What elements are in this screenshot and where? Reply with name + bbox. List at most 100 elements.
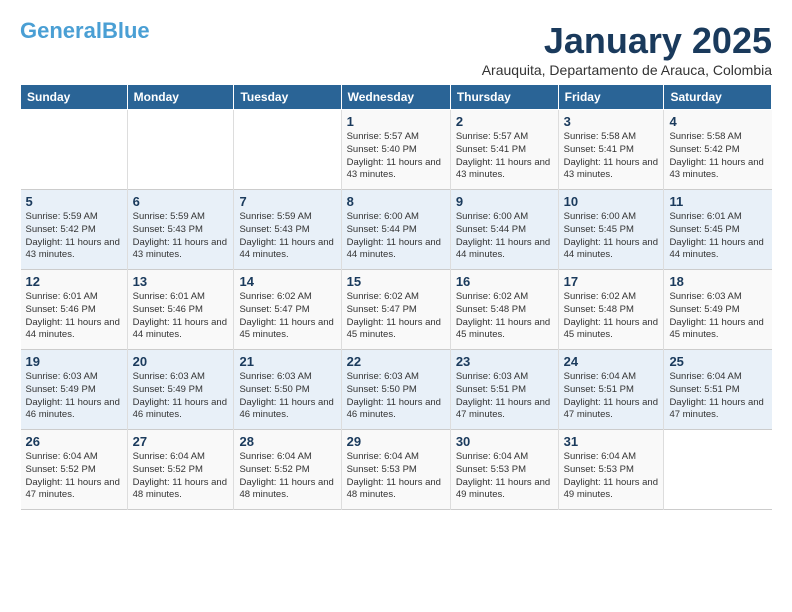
day-number: 11 <box>669 194 766 209</box>
day-info: Sunrise: 6:01 AM Sunset: 5:46 PM Dayligh… <box>133 291 229 342</box>
calendar-cell-w3-d5: 16Sunrise: 6:02 AM Sunset: 5:48 PM Dayli… <box>450 270 558 350</box>
calendar-cell-w1-d3 <box>234 110 341 190</box>
day-number: 5 <box>26 194 122 209</box>
day-number: 17 <box>564 274 659 289</box>
calendar-subtitle: Arauquita, Departamento de Arauca, Colom… <box>482 62 772 78</box>
day-info: Sunrise: 6:04 AM Sunset: 5:51 PM Dayligh… <box>669 371 766 422</box>
day-info: Sunrise: 6:01 AM Sunset: 5:46 PM Dayligh… <box>26 291 122 342</box>
day-info: Sunrise: 6:02 AM Sunset: 5:47 PM Dayligh… <box>347 291 445 342</box>
logo-general: General <box>20 18 102 43</box>
day-info: Sunrise: 6:00 AM Sunset: 5:44 PM Dayligh… <box>347 211 445 262</box>
day-number: 13 <box>133 274 229 289</box>
day-info: Sunrise: 5:58 AM Sunset: 5:41 PM Dayligh… <box>564 131 659 182</box>
calendar-cell-w3-d7: 18 Sunrise: 6:03 AM Sunset: 5:49 PM Dayli… <box>664 270 772 350</box>
day-number: 29 <box>347 434 445 449</box>
logo-text: GeneralBlue <box>20 20 150 42</box>
logo-blue: Blue <box>102 18 150 43</box>
calendar-cell-w3-d6: 17 Sunrise: 6:02 AM Sunset: 5:48 PM Dayli… <box>558 270 664 350</box>
calendar-week-3: 12Sunrise: 6:01 AM Sunset: 5:46 PM Dayli… <box>21 270 772 350</box>
day-info: Sunrise: 5:57 AM Sunset: 5:40 PM Dayligh… <box>347 131 445 182</box>
calendar-week-4: 19 Sunrise: 6:03 AM Sunset: 5:49 PM Dayli… <box>21 350 772 430</box>
calendar-cell-w2-d7: 11 Sunrise: 6:01 AM Sunset: 5:45 PM Dayli… <box>664 190 772 270</box>
day-number: 28 <box>239 434 335 449</box>
day-info: Sunrise: 6:02 AM Sunset: 5:47 PM Dayligh… <box>239 291 335 342</box>
day-number: 6 <box>133 194 229 209</box>
day-info: Sunrise: 6:04 AM Sunset: 5:53 PM Dayligh… <box>347 451 445 502</box>
day-info: Sunrise: 6:04 AM Sunset: 5:53 PM Dayligh… <box>456 451 553 502</box>
day-number: 1 <box>347 114 445 129</box>
calendar-cell-w2-d5: 9 Sunrise: 6:00 AM Sunset: 5:44 PM Daylig… <box>450 190 558 270</box>
day-info: Sunrise: 6:03 AM Sunset: 5:51 PM Dayligh… <box>456 371 553 422</box>
calendar-cell-w2-d2: 6 Sunrise: 5:59 AM Sunset: 5:43 PM Daylig… <box>127 190 234 270</box>
day-number: 24 <box>564 354 659 369</box>
title-block: January 2025 Arauquita, Departamento de … <box>482 20 772 78</box>
col-monday: Monday <box>127 85 234 110</box>
day-number: 27 <box>133 434 229 449</box>
day-number: 9 <box>456 194 553 209</box>
calendar-cell-w3-d1: 12Sunrise: 6:01 AM Sunset: 5:46 PM Dayli… <box>21 270 128 350</box>
col-wednesday: Wednesday <box>341 85 450 110</box>
day-info: Sunrise: 5:59 AM Sunset: 5:42 PM Dayligh… <box>26 211 122 262</box>
calendar-cell-w4-d6: 24 Sunrise: 6:04 AM Sunset: 5:51 PM Dayli… <box>558 350 664 430</box>
calendar-cell-w3-d3: 14 Sunrise: 6:02 AM Sunset: 5:47 PM Dayli… <box>234 270 341 350</box>
day-info: Sunrise: 6:04 AM Sunset: 5:52 PM Dayligh… <box>133 451 229 502</box>
day-number: 23 <box>456 354 553 369</box>
day-info: Sunrise: 6:02 AM Sunset: 5:48 PM Dayligh… <box>564 291 659 342</box>
calendar-cell-w1-d4: 1 Sunrise: 5:57 AM Sunset: 5:40 PM Daylig… <box>341 110 450 190</box>
day-number: 22 <box>347 354 445 369</box>
day-number: 20 <box>133 354 229 369</box>
page-header: GeneralBlue January 2025 Arauquita, Depa… <box>20 20 772 78</box>
calendar-cell-w2-d3: 7 Sunrise: 5:59 AM Sunset: 5:43 PM Daylig… <box>234 190 341 270</box>
calendar-cell-w5-d4: 29 Sunrise: 6:04 AM Sunset: 5:53 PM Dayli… <box>341 430 450 510</box>
day-info: Sunrise: 6:04 AM Sunset: 5:51 PM Dayligh… <box>564 371 659 422</box>
col-tuesday: Tuesday <box>234 85 341 110</box>
calendar-cell-w1-d5: 2Sunrise: 5:57 AM Sunset: 5:41 PM Daylig… <box>450 110 558 190</box>
calendar-cell-w2-d1: 5 Sunrise: 5:59 AM Sunset: 5:42 PM Daylig… <box>21 190 128 270</box>
day-number: 4 <box>669 114 766 129</box>
calendar-cell-w4-d5: 23 Sunrise: 6:03 AM Sunset: 5:51 PM Dayli… <box>450 350 558 430</box>
calendar-cell-w1-d6: 3 Sunrise: 5:58 AM Sunset: 5:41 PM Daylig… <box>558 110 664 190</box>
calendar-cell-w1-d2 <box>127 110 234 190</box>
day-info: Sunrise: 6:03 AM Sunset: 5:49 PM Dayligh… <box>26 371 122 422</box>
day-info: Sunrise: 6:02 AM Sunset: 5:48 PM Dayligh… <box>456 291 553 342</box>
calendar-cell-w4-d1: 19 Sunrise: 6:03 AM Sunset: 5:49 PM Dayli… <box>21 350 128 430</box>
calendar-cell-w2-d4: 8Sunrise: 6:00 AM Sunset: 5:44 PM Daylig… <box>341 190 450 270</box>
calendar-cell-w4-d7: 25 Sunrise: 6:04 AM Sunset: 5:51 PM Dayli… <box>664 350 772 430</box>
logo: GeneralBlue <box>20 20 150 42</box>
day-info: Sunrise: 6:00 AM Sunset: 5:44 PM Dayligh… <box>456 211 553 262</box>
day-info: Sunrise: 6:00 AM Sunset: 5:45 PM Dayligh… <box>564 211 659 262</box>
calendar-title: January 2025 <box>482 20 772 62</box>
day-number: 3 <box>564 114 659 129</box>
calendar-cell-w4-d2: 20Sunrise: 6:03 AM Sunset: 5:49 PM Dayli… <box>127 350 234 430</box>
calendar-week-1: 1 Sunrise: 5:57 AM Sunset: 5:40 PM Daylig… <box>21 110 772 190</box>
calendar-week-2: 5 Sunrise: 5:59 AM Sunset: 5:42 PM Daylig… <box>21 190 772 270</box>
day-number: 19 <box>26 354 122 369</box>
day-info: Sunrise: 5:59 AM Sunset: 5:43 PM Dayligh… <box>239 211 335 262</box>
col-saturday: Saturday <box>664 85 772 110</box>
day-number: 10 <box>564 194 659 209</box>
day-info: Sunrise: 6:03 AM Sunset: 5:49 PM Dayligh… <box>669 291 766 342</box>
day-number: 14 <box>239 274 335 289</box>
calendar-table: Sunday Monday Tuesday Wednesday Thursday… <box>20 84 772 510</box>
calendar-cell-w4-d3: 21Sunrise: 6:03 AM Sunset: 5:50 PM Dayli… <box>234 350 341 430</box>
calendar-cell-w2-d6: 10 Sunrise: 6:00 AM Sunset: 5:45 PM Dayli… <box>558 190 664 270</box>
day-info: Sunrise: 5:57 AM Sunset: 5:41 PM Dayligh… <box>456 131 553 182</box>
day-info: Sunrise: 6:03 AM Sunset: 5:50 PM Dayligh… <box>347 371 445 422</box>
calendar-cell-w5-d2: 27 Sunrise: 6:04 AM Sunset: 5:52 PM Dayli… <box>127 430 234 510</box>
day-number: 18 <box>669 274 766 289</box>
day-info: Sunrise: 5:58 AM Sunset: 5:42 PM Dayligh… <box>669 131 766 182</box>
day-number: 7 <box>239 194 335 209</box>
col-sunday: Sunday <box>21 85 128 110</box>
day-info: Sunrise: 6:04 AM Sunset: 5:52 PM Dayligh… <box>26 451 122 502</box>
day-number: 25 <box>669 354 766 369</box>
day-number: 15 <box>347 274 445 289</box>
day-number: 21 <box>239 354 335 369</box>
day-info: Sunrise: 6:04 AM Sunset: 5:52 PM Dayligh… <box>239 451 335 502</box>
day-info: Sunrise: 6:01 AM Sunset: 5:45 PM Dayligh… <box>669 211 766 262</box>
day-info: Sunrise: 5:59 AM Sunset: 5:43 PM Dayligh… <box>133 211 229 262</box>
day-number: 31 <box>564 434 659 449</box>
calendar-week-5: 26Sunrise: 6:04 AM Sunset: 5:52 PM Dayli… <box>21 430 772 510</box>
day-info: Sunrise: 6:04 AM Sunset: 5:53 PM Dayligh… <box>564 451 659 502</box>
calendar-cell-w5-d6: 31 Sunrise: 6:04 AM Sunset: 5:53 PM Dayli… <box>558 430 664 510</box>
calendar-header-row: Sunday Monday Tuesday Wednesday Thursday… <box>21 85 772 110</box>
